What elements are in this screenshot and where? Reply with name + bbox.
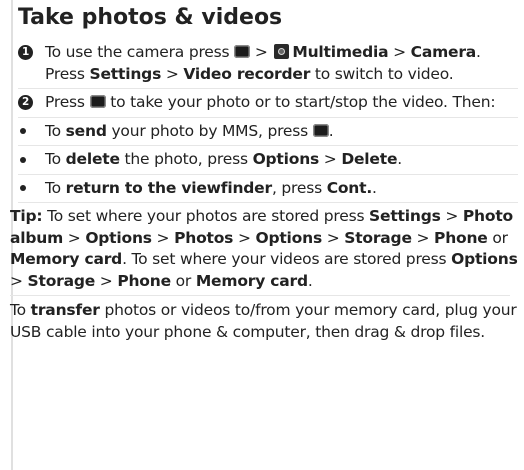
step-2-text-b: to take your photo or to start/stop the …: [105, 93, 496, 111]
step-1-camera: Camera: [410, 43, 477, 61]
step-2-text-a: Press: [45, 93, 90, 111]
transfer-text: To: [10, 301, 31, 319]
bullet-delete: To delete the photo, press Options > Del…: [18, 149, 522, 171]
bullet-2-text-a: To: [45, 150, 66, 168]
menu-key-icon: [234, 45, 251, 58]
divider: [18, 202, 518, 203]
step-marker: 2: [18, 92, 38, 114]
bullet-send: To send your photo by MMS, press .: [18, 121, 522, 143]
tip-text: To set where your photos are stored pres…: [42, 207, 370, 225]
tip-text: or: [170, 271, 196, 290]
step-1-settings: Settings: [89, 64, 162, 83]
bullet-1-text-a: To: [45, 121, 66, 140]
tip-text: >: [233, 228, 256, 247]
bullet-3-text-c: .: [372, 178, 377, 197]
step-1-multimedia: Multimedia: [292, 43, 389, 61]
divider: [18, 88, 518, 89]
bullet-1-send: send: [65, 121, 107, 140]
bullet-return: To return to the viewfinder, press Cont.…: [18, 178, 522, 200]
tip-storage: Storage: [27, 271, 96, 290]
tip-label: Tip:: [10, 207, 43, 225]
tip-memory-card: Memory card: [10, 250, 123, 268]
bullet-2-text-d: .: [397, 150, 402, 168]
tip-text: . To set where your videos are stored pr…: [122, 250, 452, 268]
tip-text: or: [487, 228, 508, 247]
tip-options: Options: [255, 228, 322, 247]
bullet-1-text-b: your photo by MMS, press: [106, 121, 313, 140]
bullet-marker: [18, 121, 38, 143]
bullet-dot: [20, 185, 26, 192]
step-1-text-c: >: [388, 43, 411, 61]
step-2: 2 Press to take your photo or to start/s…: [18, 92, 522, 114]
bullet-marker: [18, 178, 38, 200]
step-number-2: 2: [18, 95, 33, 111]
tip-text: >: [440, 207, 463, 225]
bullet-1-text-c: .: [328, 121, 334, 140]
manual-page: Take photos & videos 1 To use the camera…: [0, 0, 524, 470]
step-1-text-a: To use the camera press: [45, 43, 235, 61]
menu-key-icon: [312, 123, 329, 137]
divider: [18, 116, 518, 118]
step-1-text-e: >: [161, 64, 184, 83]
tip-text: >: [321, 228, 345, 247]
step-marker: 1: [18, 42, 38, 64]
step-1: 1 To use the camera press > Multimedia >…: [18, 42, 522, 85]
bullet-marker: [18, 149, 38, 171]
divider: [18, 145, 518, 146]
tip-text: >: [10, 271, 28, 290]
tip-text: >: [63, 228, 86, 247]
tip-photos: Photos: [174, 228, 234, 247]
bullet-3-cont: Cont.: [326, 178, 373, 197]
divider: [18, 173, 518, 175]
bullet-3-text-a: To: [45, 178, 66, 197]
bullet-2-text-b: the photo, press: [119, 150, 253, 168]
divider: [10, 295, 510, 296]
tip-options: Options: [85, 228, 152, 247]
step-1-video-recorder: Video recorder: [183, 64, 311, 83]
bullet-dot: [20, 128, 26, 135]
tip-settings: Settings: [369, 207, 441, 225]
tip-text: >: [411, 228, 435, 247]
tip-phone: Phone: [117, 271, 171, 290]
menu-key-icon: [89, 95, 106, 108]
tip-phone: Phone: [434, 228, 488, 247]
bullet-2-text-c: >: [319, 150, 342, 168]
bullet-3-text-b: , press: [271, 178, 327, 197]
bullet-2-delete-action: Delete: [341, 150, 398, 168]
tip-text: >: [95, 271, 118, 290]
section-title: Take photos & videos: [18, 5, 283, 30]
section-content: 1 To use the camera press > Multimedia >…: [10, 42, 522, 343]
tip-storage: Storage: [344, 228, 412, 247]
step-number-1: 1: [18, 45, 33, 61]
bullet-3-return: return to the viewfinder: [65, 178, 272, 197]
step-1-text-f: to switch to video.: [310, 64, 454, 83]
transfer-paragraph: To transfer photos or videos to/from you…: [10, 300, 524, 343]
step-1-text-b: >: [250, 43, 273, 61]
tip-memory-card: Memory card: [195, 271, 308, 290]
tip-text: .: [307, 271, 313, 290]
tip-paragraph: Tip: To set where your photos are stored…: [10, 206, 524, 292]
bullet-2-options: Options: [252, 150, 320, 168]
bullet-dot: [20, 156, 26, 163]
multimedia-icon: [274, 44, 290, 59]
tip-options: Options: [451, 250, 518, 268]
transfer-keyword: transfer: [30, 301, 100, 319]
bullet-2-delete: delete: [65, 150, 120, 168]
tip-text: >: [151, 228, 175, 247]
